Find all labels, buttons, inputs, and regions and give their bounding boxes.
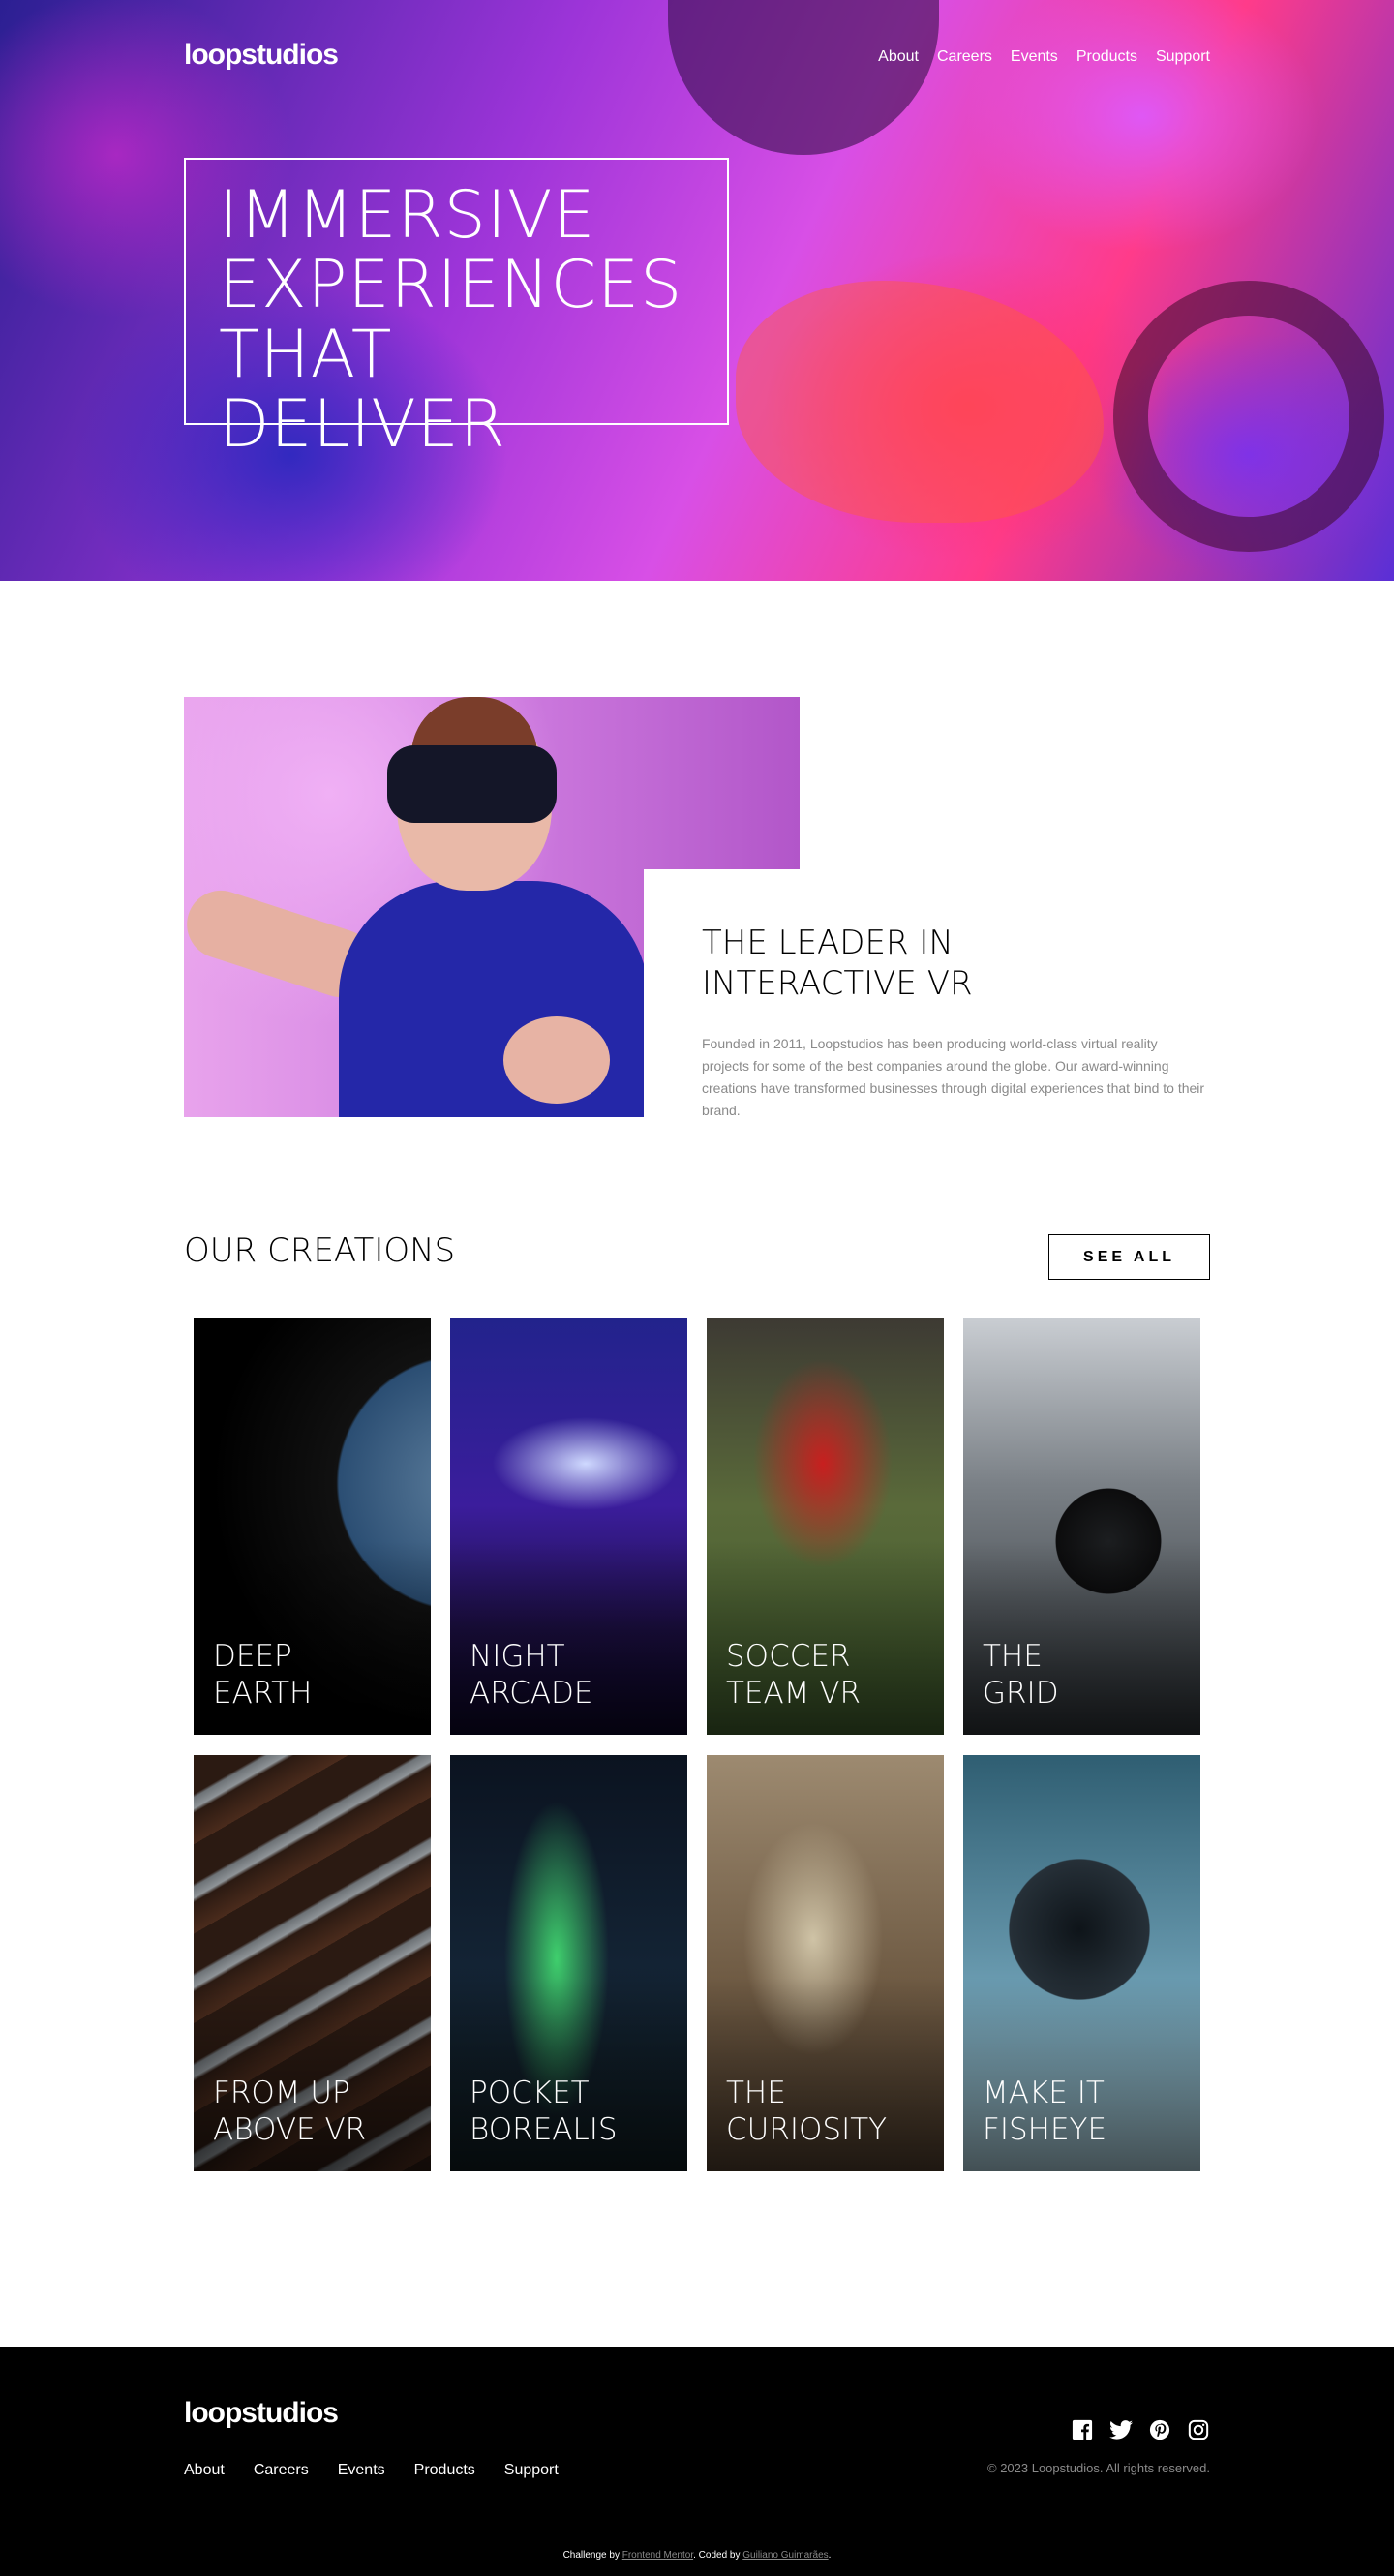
- hero-title-line: THAT DELIVER: [219, 317, 506, 463]
- creation-card-label: POCKET BOREALIS: [470, 2075, 618, 2148]
- creation-card-label: DEEP EARTH: [213, 1638, 312, 1712]
- author-link[interactable]: Guiliano Guimarães: [742, 2550, 828, 2561]
- footer-nav-events[interactable]: Events: [338, 2462, 385, 2479]
- person-hand: [503, 1016, 610, 1104]
- creation-card-pocket-borealis[interactable]: POCKET BOREALIS: [450, 1755, 687, 2171]
- creation-card-label-line: DEEP: [213, 1639, 292, 1674]
- footer-nav: About Careers Events Products Support: [184, 2462, 559, 2479]
- header-nav: About Careers Events Products Support: [878, 48, 1210, 66]
- creation-card-label-line: ABOVE VR: [213, 2112, 367, 2147]
- footer: loopstudios About Careers Events Product…: [0, 2347, 1394, 2576]
- creation-card-label-line: NIGHT: [470, 1639, 565, 1674]
- creation-card-soccer-team-vr[interactable]: SOCCER TEAM VR: [707, 1318, 944, 1735]
- hero-section: loopstudios About Careers Events Product…: [0, 0, 1394, 581]
- creation-card-label-line: FROM UP: [213, 2076, 350, 2110]
- creation-card-label-line: BOREALIS: [470, 2112, 618, 2147]
- about-title: THE LEADER IN INTERACTIVE VR: [702, 923, 1205, 1004]
- creation-card-from-up-above-vr[interactable]: FROM UP ABOVE VR: [194, 1755, 431, 2171]
- creation-card-label: FROM UP ABOVE VR: [213, 2075, 366, 2148]
- hero-image-steering-wheel: [1113, 281, 1384, 552]
- creation-card-label-line: CURIOSITY: [726, 2112, 888, 2147]
- hero-title-line: IMMERSIVE: [219, 177, 596, 254]
- copyright: © 2023 Loopstudios. All rights reserved.: [987, 2461, 1210, 2475]
- social-links: [1071, 2418, 1210, 2441]
- creation-card-make-it-fisheye[interactable]: MAKE IT FISHEYE: [963, 1755, 1200, 2171]
- vr-headset: [387, 745, 557, 823]
- twitter-icon[interactable]: [1109, 2418, 1133, 2441]
- facebook-icon[interactable]: [1071, 2418, 1094, 2441]
- about-body: Founded in 2011, Loopstudios has been pr…: [702, 1036, 1205, 1118]
- hero-headline-box: IMMERSIVE EXPERIENCES THAT DELIVER: [184, 158, 729, 460]
- attribution-mid: . Coded by: [693, 2550, 741, 2561]
- creation-card-label: THE CURIOSITY: [726, 2075, 887, 2148]
- creation-card-label-line: THE: [983, 1639, 1043, 1674]
- creation-card-label: MAKE IT FISHEYE: [983, 2075, 1106, 2148]
- pinterest-icon[interactable]: [1148, 2418, 1171, 2441]
- about-title-line: THE LEADER IN: [702, 924, 954, 962]
- creation-card-label-line: TEAM VR: [726, 1676, 862, 1711]
- hero-title: IMMERSIVE EXPERIENCES THAT DELIVER: [219, 181, 694, 460]
- footer-nav-products[interactable]: Products: [414, 2462, 475, 2479]
- about-section: THE LEADER IN INTERACTIVE VR Founded in …: [702, 923, 1205, 1122]
- creation-card-label: SOCCER TEAM VR: [726, 1638, 861, 1712]
- creation-card-label-line: POCKET: [470, 2076, 590, 2110]
- hero-image-vr-headset: [668, 0, 939, 155]
- footer-nav-support[interactable]: Support: [504, 2462, 559, 2479]
- about-title-line: INTERACTIVE VR: [702, 964, 973, 1003]
- creation-card-label: NIGHT ARCADE: [470, 1638, 593, 1712]
- attribution: Challenge by Frontend Mentor. Coded by G…: [0, 2550, 1394, 2561]
- nav-about[interactable]: About: [878, 48, 919, 66]
- creation-card-deep-earth[interactable]: DEEP EARTH: [194, 1318, 431, 1735]
- hero-title-line: EXPERIENCES: [219, 247, 683, 323]
- creation-card-label-line: MAKE IT: [983, 2076, 1105, 2110]
- attribution-prefix: Challenge by: [562, 2550, 620, 2561]
- creation-card-the-grid[interactable]: THE GRID: [963, 1318, 1200, 1735]
- creation-card-label-line: EARTH: [213, 1676, 313, 1711]
- nav-products[interactable]: Products: [1076, 48, 1137, 66]
- see-all-button[interactable]: SEE ALL: [1048, 1234, 1210, 1280]
- creation-card-the-curiosity[interactable]: THE CURIOSITY: [707, 1755, 944, 2171]
- logo[interactable]: loopstudios: [184, 39, 339, 72]
- instagram-icon[interactable]: [1187, 2418, 1210, 2441]
- hero-image-highlight: [736, 281, 1104, 523]
- nav-support[interactable]: Support: [1156, 48, 1210, 66]
- creation-card-label-line: GRID: [983, 1676, 1059, 1711]
- nav-careers[interactable]: Careers: [937, 48, 992, 66]
- creation-card-label-line: SOCCER: [726, 1639, 851, 1674]
- creation-card-label: THE GRID: [983, 1638, 1059, 1712]
- footer-logo[interactable]: loopstudios: [184, 2397, 339, 2430]
- attribution-suffix: .: [828, 2550, 832, 2561]
- creation-card-night-arcade[interactable]: NIGHT ARCADE: [450, 1318, 687, 1735]
- creation-card-label-line: ARCADE: [470, 1676, 593, 1711]
- footer-nav-about[interactable]: About: [184, 2462, 225, 2479]
- nav-events[interactable]: Events: [1011, 48, 1058, 66]
- footer-nav-careers[interactable]: Careers: [254, 2462, 309, 2479]
- creations-title: OUR CREATIONS: [184, 1231, 456, 1270]
- frontend-mentor-link[interactable]: Frontend Mentor: [622, 2550, 693, 2561]
- creation-card-label-line: FISHEYE: [983, 2112, 1107, 2147]
- creation-card-label-line: THE: [726, 2076, 786, 2110]
